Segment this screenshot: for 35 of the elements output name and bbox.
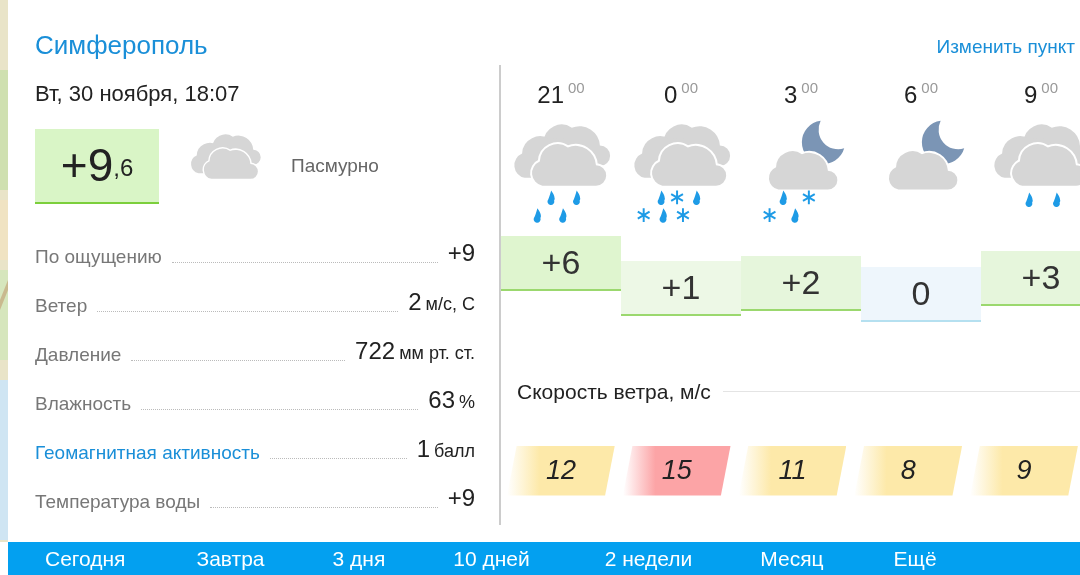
detail-label: Ветер	[35, 293, 88, 318]
temperature-bar: 0	[861, 267, 981, 322]
weather-condition: Пасмурно	[291, 153, 379, 178]
detail-value: +9	[447, 238, 475, 268]
wind-speed-badge: 12	[507, 445, 615, 496]
nav-tab[interactable]: 2 недели	[604, 542, 693, 575]
wind-speed-title: Скорость ветра, м/с	[517, 379, 711, 405]
detail-value: 1 балл	[416, 434, 475, 464]
detail-label: Температура воды	[35, 489, 201, 514]
nav-tab[interactable]: Завтра	[196, 542, 265, 575]
wind-speed-badge: 9	[970, 445, 1078, 496]
detail-label: Давление	[35, 342, 122, 367]
geomagnetic-activity-link[interactable]: Геомагнитная активность	[35, 438, 260, 467]
detail-value: 722 мм рт. ст.	[355, 336, 475, 366]
detail-label: Влажность	[35, 391, 132, 416]
temperature-bar: +1	[621, 261, 741, 316]
date-time: Вт, 30 ноября, 18:07	[35, 80, 241, 108]
detail-value: 63 %	[428, 385, 475, 415]
city-name: Симферополь	[35, 29, 208, 62]
wind-speed-badge: 11	[738, 445, 847, 496]
temperature-bar: +3	[981, 251, 1080, 306]
nav-tab[interactable]: Ещё	[893, 542, 937, 575]
temperature-bar: +6	[501, 236, 621, 291]
detail-value: +9	[447, 483, 475, 513]
nav-tab[interactable]: Месяц	[760, 542, 824, 575]
wind-speed-badge: 15	[622, 445, 731, 496]
change-location-link[interactable]: Изменить пункт	[936, 32, 1075, 61]
detail-value: 2 м/с, С	[408, 287, 475, 317]
nav-tab[interactable]: 3 дня	[332, 542, 386, 575]
nav-tab[interactable]: Сегодня	[45, 542, 126, 575]
wind-speed-badge: 8	[854, 445, 963, 496]
detail-label: По ощущению	[35, 244, 162, 269]
current-temperature: +9,6	[35, 128, 159, 204]
nav-tab[interactable]: 10 дней	[453, 542, 530, 575]
temperature-bar: +2	[741, 256, 861, 311]
